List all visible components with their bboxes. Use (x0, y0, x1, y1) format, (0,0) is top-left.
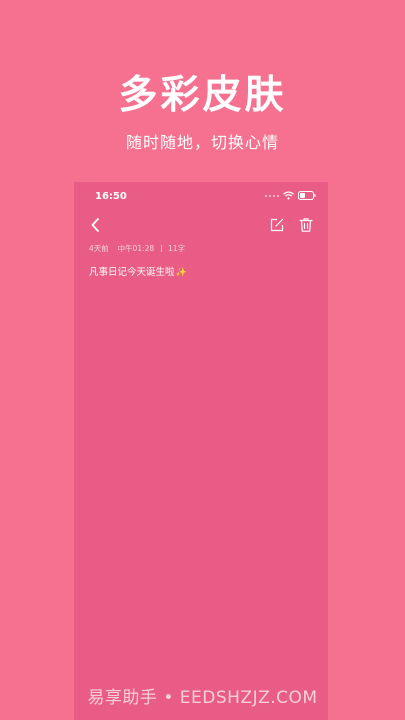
nav-bar (74, 212, 328, 240)
promo-subtitle: 随时随地，切换心情 (125, 133, 279, 152)
note-meta: 4天前 中午01:28 11字 (89, 243, 185, 255)
battery-icon (298, 191, 316, 200)
meta-divider (160, 245, 162, 252)
phone-screen: 16:50 4天前 中午01:28 11字 凡事日记今天诞生啦✨ (74, 182, 328, 720)
sparkle-emoji: ✨ (175, 268, 187, 278)
back-chevron-icon[interactable] (87, 216, 105, 234)
status-icons (265, 191, 316, 200)
watermark: 易享助手 • EEDSHZJZ.COM (87, 688, 318, 708)
status-time: 16:50 (95, 191, 127, 202)
signal-dots-icon (265, 194, 279, 197)
edit-icon[interactable] (268, 216, 286, 234)
note-meta-count: 11字 (167, 244, 186, 253)
trash-icon[interactable] (297, 216, 315, 234)
wifi-icon (283, 191, 294, 200)
status-bar: 16:50 (74, 182, 328, 212)
note-body[interactable]: 凡事日记今天诞生啦✨ (89, 266, 187, 280)
promo-title: 多彩皮肤 (118, 73, 287, 118)
note-meta-time: 中午01:28 (117, 244, 155, 253)
note-meta-ago: 4天前 (89, 244, 109, 253)
note-body-text: 凡事日记今天诞生啦 (89, 267, 175, 278)
